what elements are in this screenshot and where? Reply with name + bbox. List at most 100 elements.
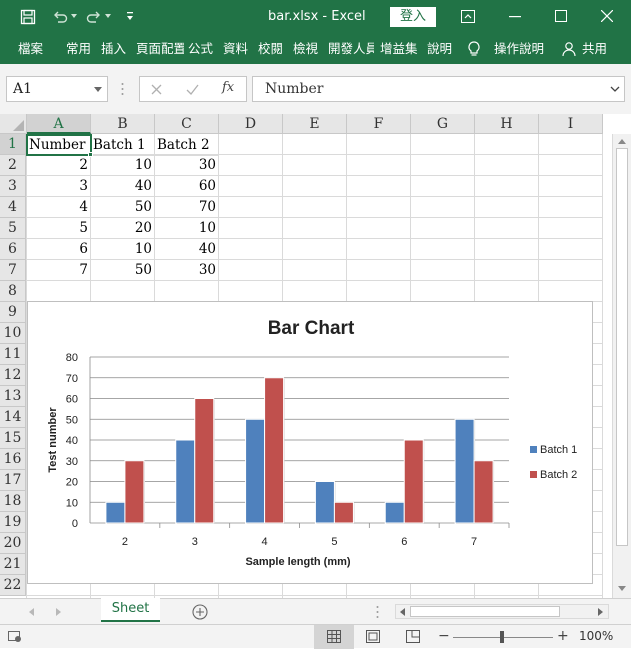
cell-c1[interactable]: Batch 2 (155, 135, 219, 156)
tab-file[interactable]: 檔案 (18, 40, 43, 58)
column-header-d[interactable]: D (219, 114, 283, 134)
cell-a4[interactable]: 4 (27, 197, 91, 218)
cell-c3[interactable]: 60 (155, 176, 219, 197)
row-header-4[interactable]: 4 (0, 197, 26, 218)
cell-c7[interactable]: 30 (155, 260, 219, 281)
tab-view[interactable]: 檢視 (293, 40, 318, 58)
previous-sheet-icon[interactable] (28, 608, 34, 616)
cell-a7[interactable]: 7 (27, 260, 91, 281)
customize-toolbar-icon[interactable] (126, 11, 134, 22)
tab-formulas[interactable]: 公式 (188, 40, 213, 58)
zoom-in-button[interactable]: + (557, 628, 569, 644)
row-header-6[interactable]: 6 (0, 239, 26, 260)
row-header-12[interactable]: 12 (0, 365, 26, 386)
cell-b7[interactable]: 50 (91, 260, 155, 281)
cell-c2[interactable]: 30 (155, 155, 219, 176)
row-header-21[interactable]: 21 (0, 554, 26, 575)
cell-b5[interactable]: 20 (91, 218, 155, 239)
scroll-down-icon[interactable] (618, 586, 626, 592)
row-header-22[interactable]: 22 (0, 575, 26, 596)
row-header-13[interactable]: 13 (0, 386, 26, 407)
cell-b3[interactable]: 40 (91, 176, 155, 197)
tab-home[interactable]: 常用 (66, 40, 91, 58)
share-button[interactable]: 共用 (582, 40, 607, 58)
horizontal-scrollbar[interactable] (395, 604, 609, 619)
share-person-icon[interactable] (562, 41, 578, 57)
row-header-18[interactable]: 18 (0, 491, 26, 512)
insert-function-icon[interactable]: fx (222, 80, 234, 95)
column-header-f[interactable]: F (347, 114, 411, 134)
vertical-scroll-thumb[interactable] (616, 148, 628, 546)
bar-chart[interactable]: Bar Chart 0 10 20 30 40 50 60 70 80 2 3 4 5 6 7 Sample l… (27, 301, 593, 584)
column-header-e[interactable]: E (283, 114, 347, 134)
new-sheet-icon[interactable] (192, 604, 208, 620)
row-header-5[interactable]: 5 (0, 218, 26, 239)
maximize-icon[interactable] (555, 10, 567, 22)
cell-a5[interactable]: 5 (27, 218, 91, 239)
tab-insert[interactable]: 插入 (101, 40, 126, 58)
lightbulb-icon[interactable] (467, 41, 481, 58)
ribbon-display-options-icon[interactable] (461, 10, 475, 23)
row-header-3[interactable]: 3 (0, 176, 26, 197)
next-sheet-icon[interactable] (56, 608, 62, 616)
vertical-scrollbar[interactable] (612, 134, 631, 598)
horizontal-scroll-thumb[interactable] (410, 606, 560, 617)
row-header-19[interactable]: 19 (0, 512, 26, 533)
macro-record-icon[interactable] (8, 631, 22, 643)
row-header-10[interactable]: 10 (0, 323, 26, 344)
cell-b1[interactable]: Batch 1 (91, 135, 155, 156)
tab-data[interactable]: 資料 (223, 40, 248, 58)
redo-dropdown-icon[interactable] (105, 14, 111, 19)
close-icon[interactable] (601, 10, 613, 22)
sheet-tab-active[interactable]: Sheet (101, 598, 160, 622)
minimize-icon[interactable] (509, 16, 521, 18)
more-options-icon[interactable] (121, 82, 124, 96)
row-header-20[interactable]: 20 (0, 533, 26, 554)
column-header-c[interactable]: C (155, 114, 219, 134)
scroll-right-icon[interactable] (598, 608, 604, 616)
tab-page-layout[interactable]: 頁面配置 (136, 40, 184, 58)
cell-b2[interactable]: 10 (91, 155, 155, 176)
cell-b4[interactable]: 50 (91, 197, 155, 218)
split-handle-icon[interactable] (376, 605, 379, 619)
row-header-1[interactable]: 1 (0, 134, 26, 155)
cell-a2[interactable]: 2 (27, 155, 91, 176)
column-header-g[interactable]: G (411, 114, 475, 134)
select-all-corner[interactable] (0, 114, 27, 134)
view-normal-button[interactable] (314, 625, 354, 649)
row-header-17[interactable]: 17 (0, 470, 26, 491)
tell-me-search[interactable]: 操作說明 (494, 40, 544, 58)
row-header-9[interactable]: 9 (0, 302, 26, 323)
tab-review[interactable]: 校閱 (258, 40, 283, 58)
row-header-14[interactable]: 14 (0, 407, 26, 428)
row-header-16[interactable]: 16 (0, 449, 26, 470)
fill-handle[interactable] (88, 152, 93, 157)
tab-developer[interactable]: 開發人員 (328, 40, 374, 58)
row-header-2[interactable]: 2 (0, 155, 26, 176)
redo-icon[interactable] (86, 9, 102, 25)
formula-input[interactable]: Number (252, 76, 625, 102)
expand-formula-bar-icon[interactable] (610, 86, 620, 93)
page-layout-view-icon[interactable] (366, 630, 380, 643)
page-break-view-icon[interactable] (406, 630, 420, 643)
column-header-a[interactable]: A (27, 114, 91, 134)
cell-c6[interactable]: 40 (155, 239, 219, 260)
zoom-out-button[interactable]: − (438, 628, 450, 644)
cell-c5[interactable]: 10 (155, 218, 219, 239)
row-header-15[interactable]: 15 (0, 428, 26, 449)
tab-help[interactable]: 說明 (427, 40, 452, 58)
zoom-level[interactable]: 100% (579, 629, 613, 643)
column-header-i[interactable]: I (539, 114, 603, 134)
cell-c4[interactable]: 70 (155, 197, 219, 218)
name-box[interactable]: A1 (6, 76, 108, 102)
zoom-slider-thumb[interactable] (500, 631, 504, 643)
sign-in-button[interactable]: 登入 (390, 7, 436, 27)
name-box-dropdown-icon[interactable] (94, 87, 102, 92)
scroll-left-icon[interactable] (399, 608, 405, 616)
scroll-up-icon[interactable] (618, 138, 626, 144)
save-icon[interactable] (20, 9, 36, 25)
row-header-7[interactable]: 7 (0, 260, 26, 281)
column-header-h[interactable]: H (475, 114, 539, 134)
enter-check-icon[interactable] (186, 84, 199, 95)
cell-a6[interactable]: 6 (27, 239, 91, 260)
